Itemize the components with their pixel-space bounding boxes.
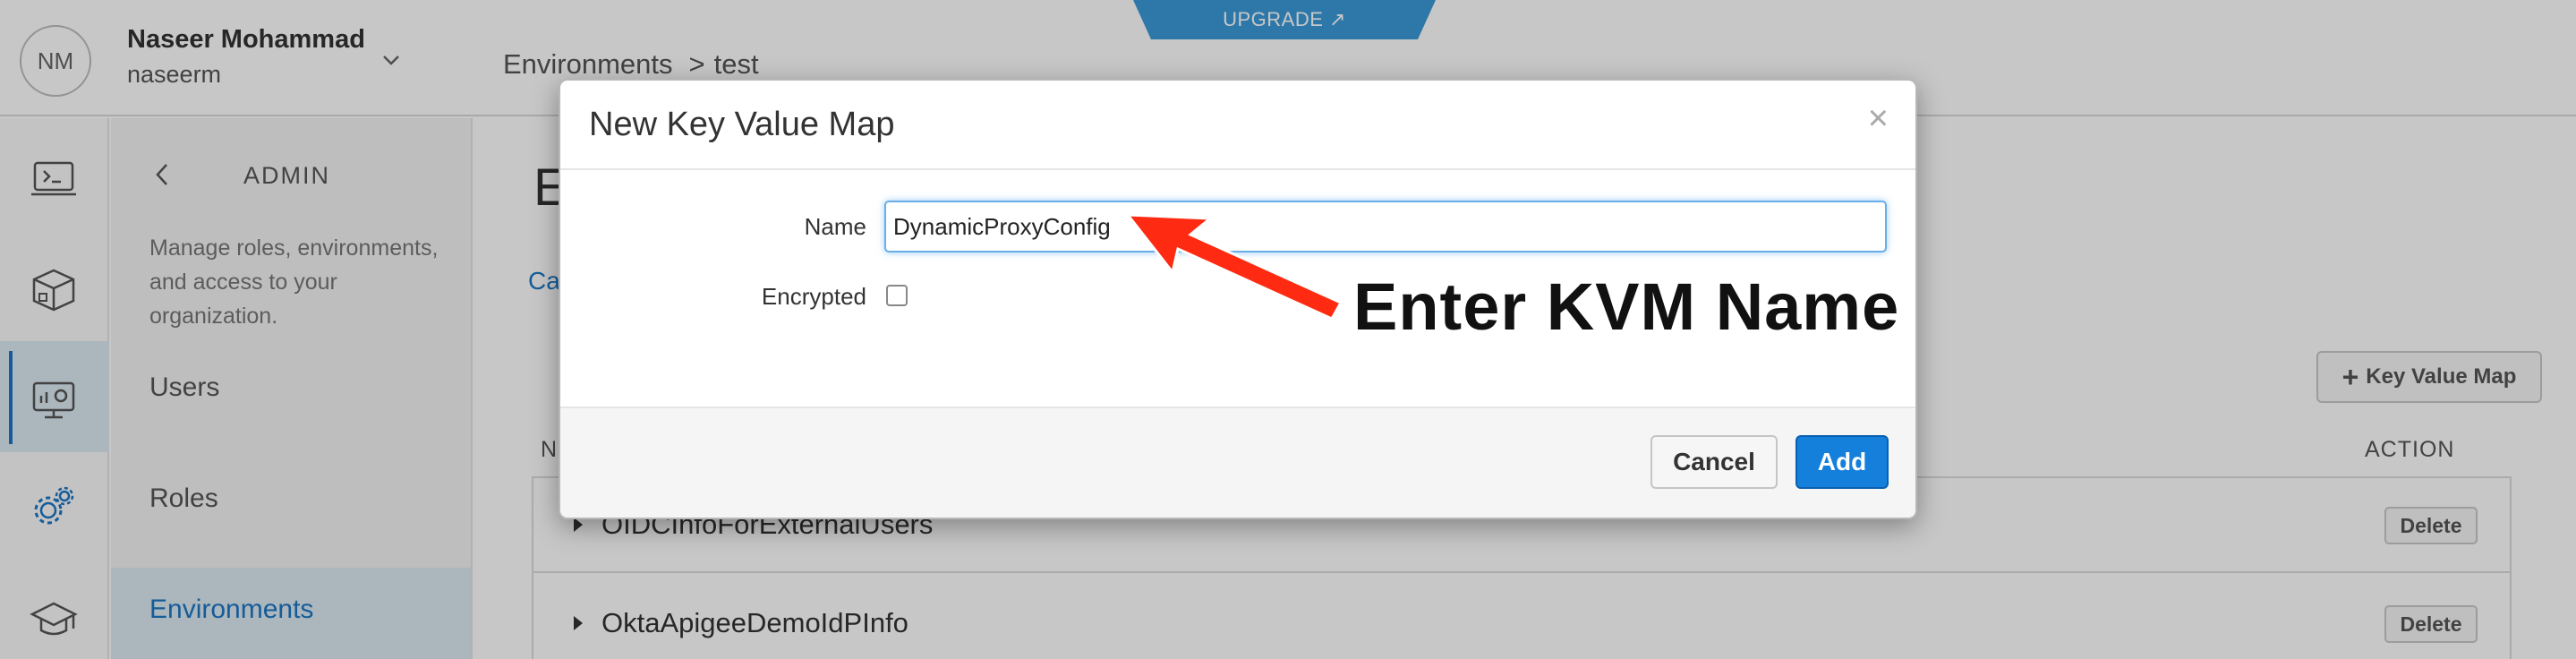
modal-header: New Key Value Map × bbox=[560, 81, 1915, 170]
kvm-name-input[interactable] bbox=[884, 201, 1887, 252]
close-icon[interactable]: × bbox=[1868, 100, 1889, 136]
cancel-button[interactable]: Cancel bbox=[1651, 435, 1778, 489]
name-label: Name bbox=[804, 213, 866, 240]
encrypted-checkbox[interactable] bbox=[886, 285, 908, 306]
encrypted-label: Encrypted bbox=[761, 283, 866, 310]
annotation-label: Enter KVM Name bbox=[1353, 270, 1900, 344]
add-button[interactable]: Add bbox=[1796, 435, 1889, 489]
modal-title: New Key Value Map bbox=[589, 106, 895, 143]
